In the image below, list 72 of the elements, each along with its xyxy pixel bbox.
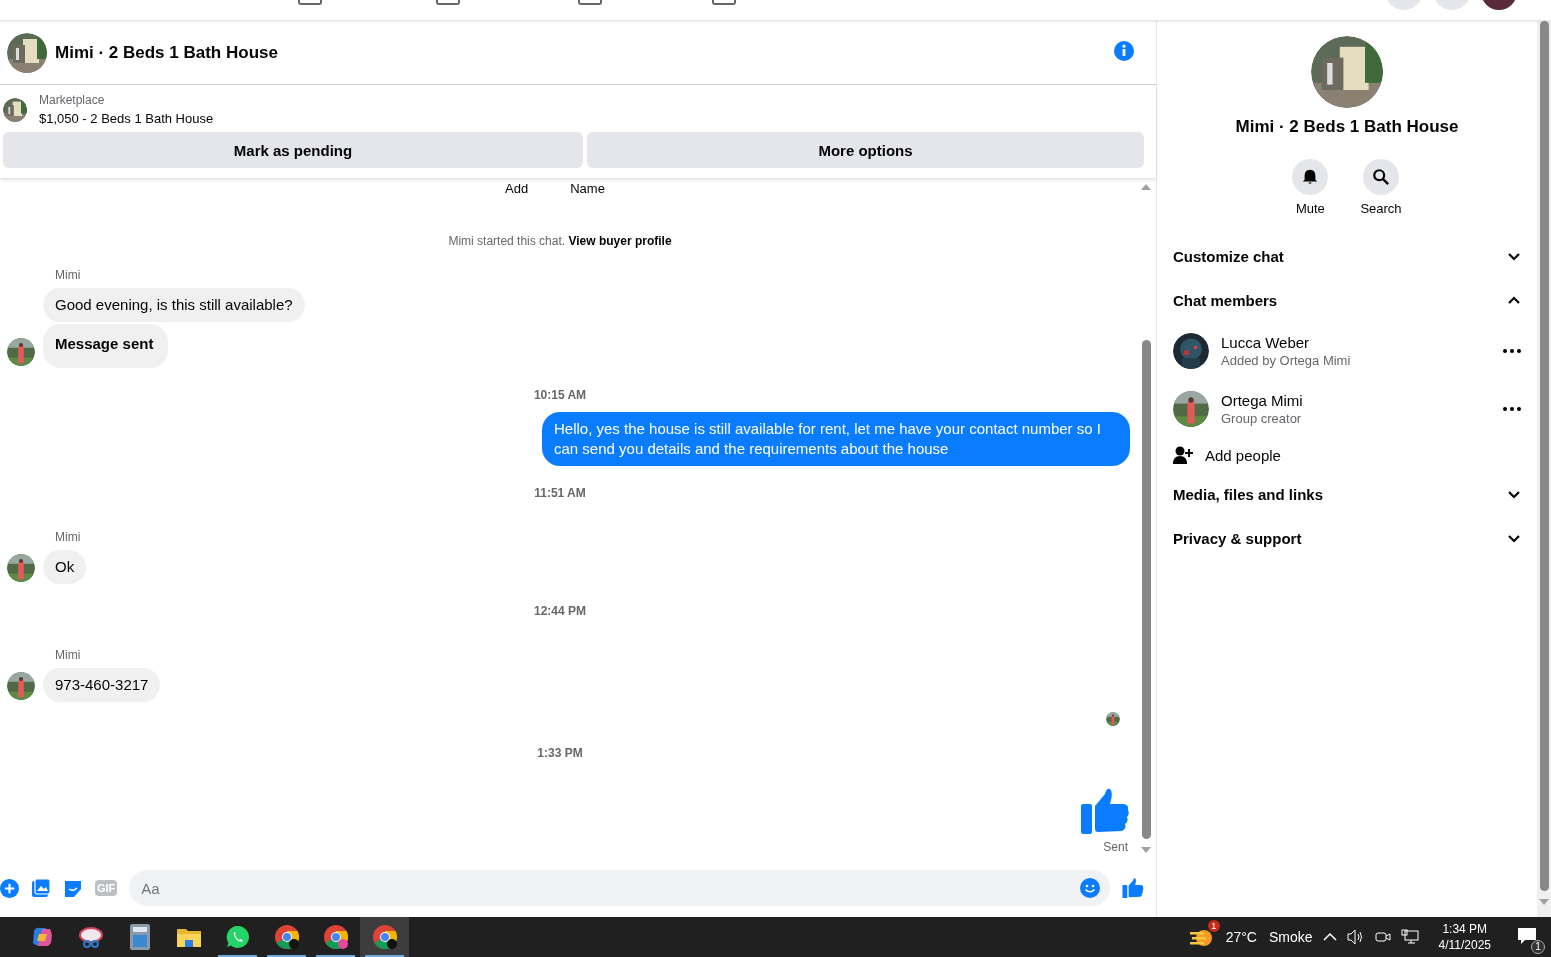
action-label: Mute (1295, 201, 1325, 216)
clock-date[interactable]: 4/11/2025 (1438, 938, 1491, 952)
scrollbar-thumb[interactable] (1539, 21, 1549, 891)
conversation-name: Mimi · 2 Beds 1 Bath House (1234, 117, 1460, 137)
chat-started-note: Mimi started this chat. View buyer profile (448, 234, 672, 248)
search-icon (1372, 168, 1390, 186)
message-bubble: 973-460-3217 (43, 668, 161, 702)
scroll-down-arrow[interactable] (1141, 847, 1151, 853)
timestamp: 10:15 AM (533, 388, 587, 402)
mute-button[interactable] (1292, 159, 1329, 195)
message-bubble: Message sent (43, 324, 169, 368)
camera-icon[interactable] (1374, 929, 1391, 945)
scrollbar-thumb[interactable] (1141, 340, 1151, 839)
timestamp: 12:44 PM (534, 604, 586, 618)
network-icon[interactable] (1400, 929, 1419, 945)
add-people-button[interactable]: Add people (1173, 438, 1521, 472)
emoji-icon[interactable] (1080, 878, 1100, 898)
section-header[interactable]: Chat members (1173, 278, 1521, 322)
clock-time[interactable]: 1:34 PM (1442, 922, 1488, 936)
bell-icon (1301, 168, 1320, 186)
taskbar-app[interactable] (360, 917, 409, 957)
section-header[interactable]: Media, files and links (1173, 472, 1521, 516)
more-icon[interactable] (1503, 407, 1521, 411)
chrome-icon (273, 924, 300, 950)
timestamp: 11:51 AM (534, 486, 586, 500)
sent-status: Sent (1103, 840, 1129, 854)
sender-name: Mimi (55, 268, 81, 282)
action-label: Search (1360, 201, 1402, 216)
notification-count: 1 (1531, 939, 1545, 954)
photo-icon[interactable] (31, 878, 51, 898)
scroll-up-arrow[interactable] (1141, 184, 1151, 190)
more-options-button[interactable]: More options (587, 132, 1144, 168)
whatsapp-icon (224, 924, 251, 950)
temperature: 27°C (1225, 929, 1257, 945)
snipping-tool-icon (77, 925, 104, 949)
mark-pending-button[interactable]: Mark as pending (3, 132, 583, 168)
thumbs-up-icon[interactable] (1122, 877, 1144, 899)
chrome-icon (322, 924, 349, 950)
member-role: Group creator (1221, 411, 1303, 426)
sender-name: Mimi (55, 530, 81, 544)
calculator-icon (129, 924, 150, 950)
search-button[interactable] (1363, 159, 1399, 195)
member-name: Lucca Weber (1221, 334, 1311, 351)
member-role: Added by Ortega Mimi (1221, 353, 1352, 368)
sender-name: Mimi (55, 648, 81, 662)
timestamp: 1:33 PM (537, 746, 583, 760)
buyer-profile-link[interactable]: View buyer profile (568, 234, 672, 248)
message-bubble: Good evening, is this still available? (43, 288, 305, 322)
message-bubble: Hello, yes the house is still available for rent, let me have your contact number so I can send you details and the requirements about the house (542, 412, 1130, 466)
chevron-up-icon[interactable] (1322, 932, 1337, 942)
add-icon[interactable] (0, 878, 19, 898)
weather-condition: Smoke (1268, 929, 1313, 945)
info-icon[interactable] (1114, 40, 1134, 61)
sticker-icon[interactable] (63, 878, 83, 898)
section-header[interactable]: Customize chat (1173, 234, 1521, 278)
chrome-icon (371, 924, 398, 950)
notification-badge: 1 (1207, 919, 1220, 932)
listing-source: Marketplace (39, 93, 106, 107)
message-bubble: Ok (43, 550, 87, 584)
listing-title: $1,050 - 2 Beds 1 Bath House (39, 111, 214, 126)
folder-icon (175, 926, 202, 948)
section-header[interactable]: Privacy & support (1173, 516, 1521, 560)
add-person-icon (1173, 446, 1193, 464)
speaker-icon[interactable] (1346, 929, 1365, 945)
member-name: Ortega Mimi (1221, 392, 1304, 409)
profile-action-label: Add (505, 182, 529, 196)
chat-title: Mimi · 2 Beds 1 Bath House (55, 42, 279, 63)
notifications-icon[interactable] (1517, 926, 1537, 945)
thumbs-up-icon (1080, 786, 1130, 836)
more-icon[interactable] (1503, 349, 1521, 353)
message-input[interactable]: Aa (129, 870, 1110, 906)
profile-action-label: Name (570, 182, 605, 196)
